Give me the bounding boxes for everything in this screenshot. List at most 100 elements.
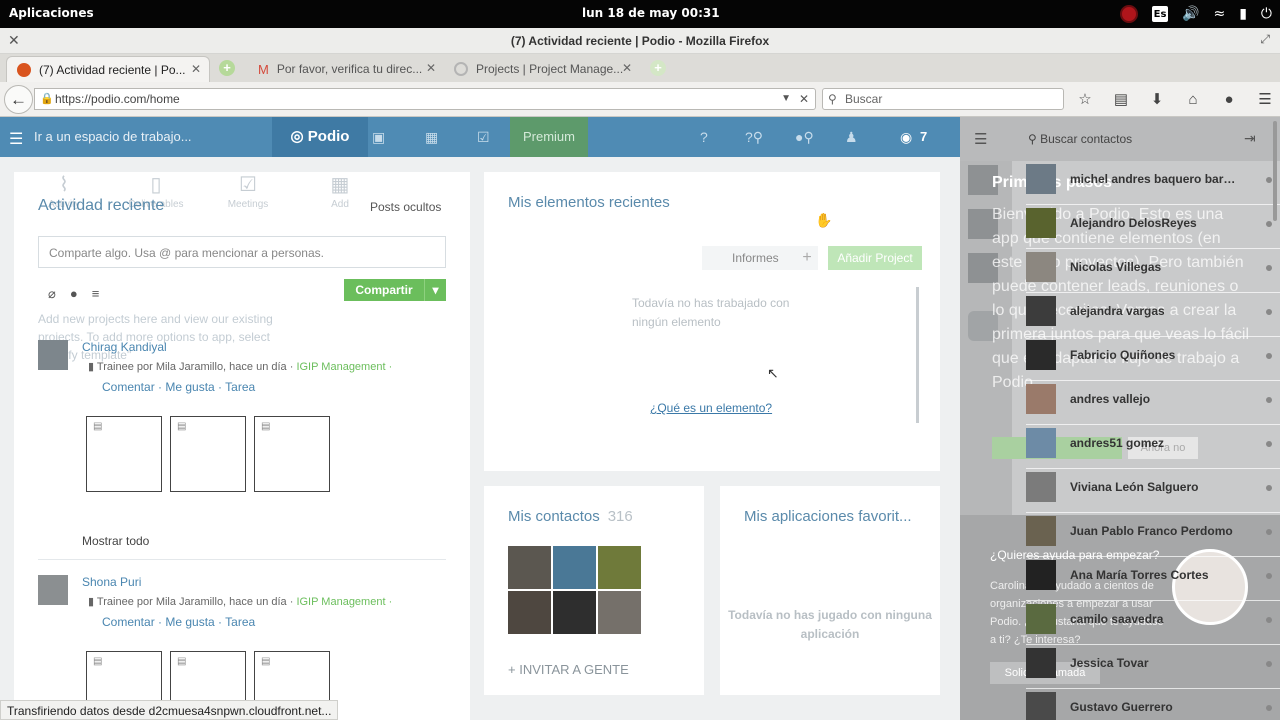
search-help-icon[interactable]: ?⚲ (745, 129, 763, 146)
chat-icon[interactable]: ●⚲ (795, 129, 814, 146)
contact-avatar[interactable] (553, 546, 596, 589)
url-dropdown-icon[interactable]: ▼ (781, 89, 791, 109)
post-actions[interactable]: Comentar · Me gusta · Tarea (102, 380, 255, 394)
tasks-icon[interactable]: ☑ (477, 129, 490, 146)
contact-item[interactable]: Jessica Tovar (1026, 645, 1280, 689)
post-actions[interactable]: Comentar · Me gusta · Tarea (102, 615, 255, 629)
url-bar[interactable]: 🔒 https://podio.com/home ▼ ✕ (34, 88, 816, 110)
contact-name: alejandra vargas (1070, 304, 1165, 318)
applications-menu[interactable]: Aplicaciones (9, 6, 94, 20)
help-icon[interactable]: ? (700, 129, 708, 145)
url-text: https://podio.com/home (55, 92, 180, 106)
avatar (1026, 252, 1056, 282)
notifications-icon[interactable]: ◉ (900, 129, 912, 146)
sidebar-scrollbar[interactable] (1273, 121, 1277, 221)
contact-item[interactable]: andres vallejo (1026, 381, 1280, 425)
power-icon[interactable]: ⏻ (1261, 4, 1272, 24)
reports-button[interactable]: Informes (702, 246, 798, 270)
contact-item[interactable]: camilo saavedra (1026, 601, 1280, 645)
contacts-count: 316 (607, 508, 633, 525)
notifications-count[interactable]: 7 (920, 129, 927, 144)
contacts-icon[interactable]: ♟ (845, 129, 858, 146)
post-meta-icon: ▮ (88, 361, 97, 373)
workspace-switcher[interactable]: Ir a un espacio de trabajo... (34, 129, 192, 144)
contact-avatar[interactable] (553, 591, 596, 634)
attachment-thumbnail[interactable]: ▤ (170, 416, 246, 492)
avatar[interactable] (38, 575, 68, 605)
home-icon[interactable]: ⌂ (1182, 89, 1204, 111)
podio-logo[interactable]: ◎ Podio (272, 117, 368, 157)
post-workspace-link[interactable]: IGIP Management · (296, 596, 392, 608)
contact-avatar[interactable] (598, 546, 641, 589)
post-workspace-link[interactable]: IGIP Management · (296, 361, 392, 373)
download-icon[interactable]: ⬇ (1146, 89, 1168, 111)
attachment-thumbnail[interactable]: ▤ (254, 416, 330, 492)
contact-item[interactable]: Ana María Torres Cortes (1026, 557, 1280, 601)
tab-close-icon[interactable]: ✕ (622, 61, 632, 75)
wifi-icon[interactable]: ≈ (1213, 4, 1225, 24)
firefox-menu-icon[interactable]: ☰ (1254, 89, 1276, 111)
keyboard-layout-icon[interactable]: Es (1152, 4, 1169, 24)
bookmarks-list-icon[interactable]: ▤ (1110, 89, 1132, 111)
tab-projects[interactable]: Projects | Project Manage... ✕ (444, 56, 640, 82)
back-button[interactable]: ← (4, 85, 33, 114)
contact-item[interactable]: Fabricio Quiñones (1026, 337, 1280, 381)
contact-item[interactable]: Viviana León Salguero (1026, 469, 1280, 513)
bookmark-star-icon[interactable]: ☆ (1074, 89, 1096, 111)
share-input[interactable]: Comparte algo. Usa @ para mencionar a pe… (38, 236, 446, 268)
search-input[interactable]: ⚲ Buscar (822, 88, 1064, 110)
scrollbar[interactable] (916, 287, 919, 423)
contact-item[interactable]: Gustavo Guerrero (1026, 689, 1280, 720)
invite-people-link[interactable]: + INVITAR A GENTE (508, 662, 629, 677)
contact-item[interactable]: Alejandro DelosReyes (1026, 205, 1280, 249)
contact-avatar[interactable] (508, 591, 551, 634)
volume-icon[interactable]: 🔊 (1182, 4, 1199, 24)
apps-icon[interactable]: ▣ (372, 129, 385, 146)
status-dot (1266, 309, 1272, 315)
share-dropdown-icon[interactable]: ▾ (424, 279, 446, 301)
contact-avatar[interactable] (598, 591, 641, 634)
divider (38, 559, 446, 560)
tab-gmail[interactable]: M Por favor, verifica tu direc... ✕ (248, 56, 444, 82)
battery-icon[interactable]: ▮ (1239, 4, 1247, 24)
hamburger-menu-icon[interactable]: ☰ (9, 129, 23, 149)
attachment-thumbnail[interactable]: ▤ (86, 416, 162, 492)
contact-item[interactable]: Nicolas Villegas (1026, 249, 1280, 293)
avatar (1026, 692, 1056, 720)
format-icon[interactable]: ≡ (92, 286, 100, 302)
contact-avatar[interactable] (508, 546, 551, 589)
tab-close-icon[interactable]: ✕ (426, 61, 436, 75)
contact-item[interactable]: michel andres baquero bara... (1026, 161, 1280, 205)
tab-close-icon[interactable]: ✕ (191, 62, 201, 76)
tab-label: (7) Actividad reciente | Po... (39, 62, 186, 77)
tab-podio[interactable]: (7) Actividad reciente | Po... ✕ (6, 56, 210, 82)
contact-item[interactable]: Juan Pablo Franco Perdomo (1026, 513, 1280, 557)
add-report-icon[interactable]: + (796, 246, 818, 270)
premium-button[interactable]: Premium (510, 117, 588, 157)
post-author[interactable]: Shona Puri (82, 575, 141, 589)
contact-item[interactable]: andres51 gomez (1026, 425, 1280, 469)
share-button[interactable]: Compartir ▾ (344, 279, 446, 301)
hidden-posts-link[interactable]: Posts ocultos (370, 200, 441, 214)
attach-icon[interactable]: ⌀ (48, 286, 56, 302)
calendar-icon[interactable]: ▦ (425, 129, 438, 146)
new-tab-icon[interactable]: + (219, 60, 235, 76)
what-is-item-link[interactable]: ¿Qué es un elemento? (650, 401, 772, 415)
exit-icon[interactable]: ⇥ (1244, 130, 1256, 147)
post-meta: ▮ Trainee por Mila Jaramillo, hace un dí… (88, 596, 393, 608)
add-project-button[interactable]: Añadir Project (828, 246, 922, 270)
clock[interactable]: lun 18 de may 00:31 (582, 6, 720, 20)
new-tab-icon[interactable]: + (650, 60, 666, 76)
show-all-link[interactable]: Mostrar todo (82, 534, 149, 548)
chat-icon[interactable]: ● (1218, 89, 1240, 111)
avatar[interactable] (38, 340, 68, 370)
file-icon: ▤ (177, 421, 187, 432)
stop-icon[interactable]: ✕ (799, 89, 809, 109)
contacts-search[interactable]: ⚲ Buscar contactos (1028, 132, 1132, 146)
post-author[interactable]: Chirag Kandiyal (82, 340, 167, 354)
globe-icon[interactable]: ● (70, 286, 78, 302)
record-icon[interactable] (1120, 4, 1139, 24)
sidebar-menu-icon[interactable]: ☰ (974, 130, 987, 148)
contact-item[interactable]: alejandra vargas (1026, 293, 1280, 337)
window-resize-icon[interactable]: ⤢ (1260, 32, 1270, 47)
